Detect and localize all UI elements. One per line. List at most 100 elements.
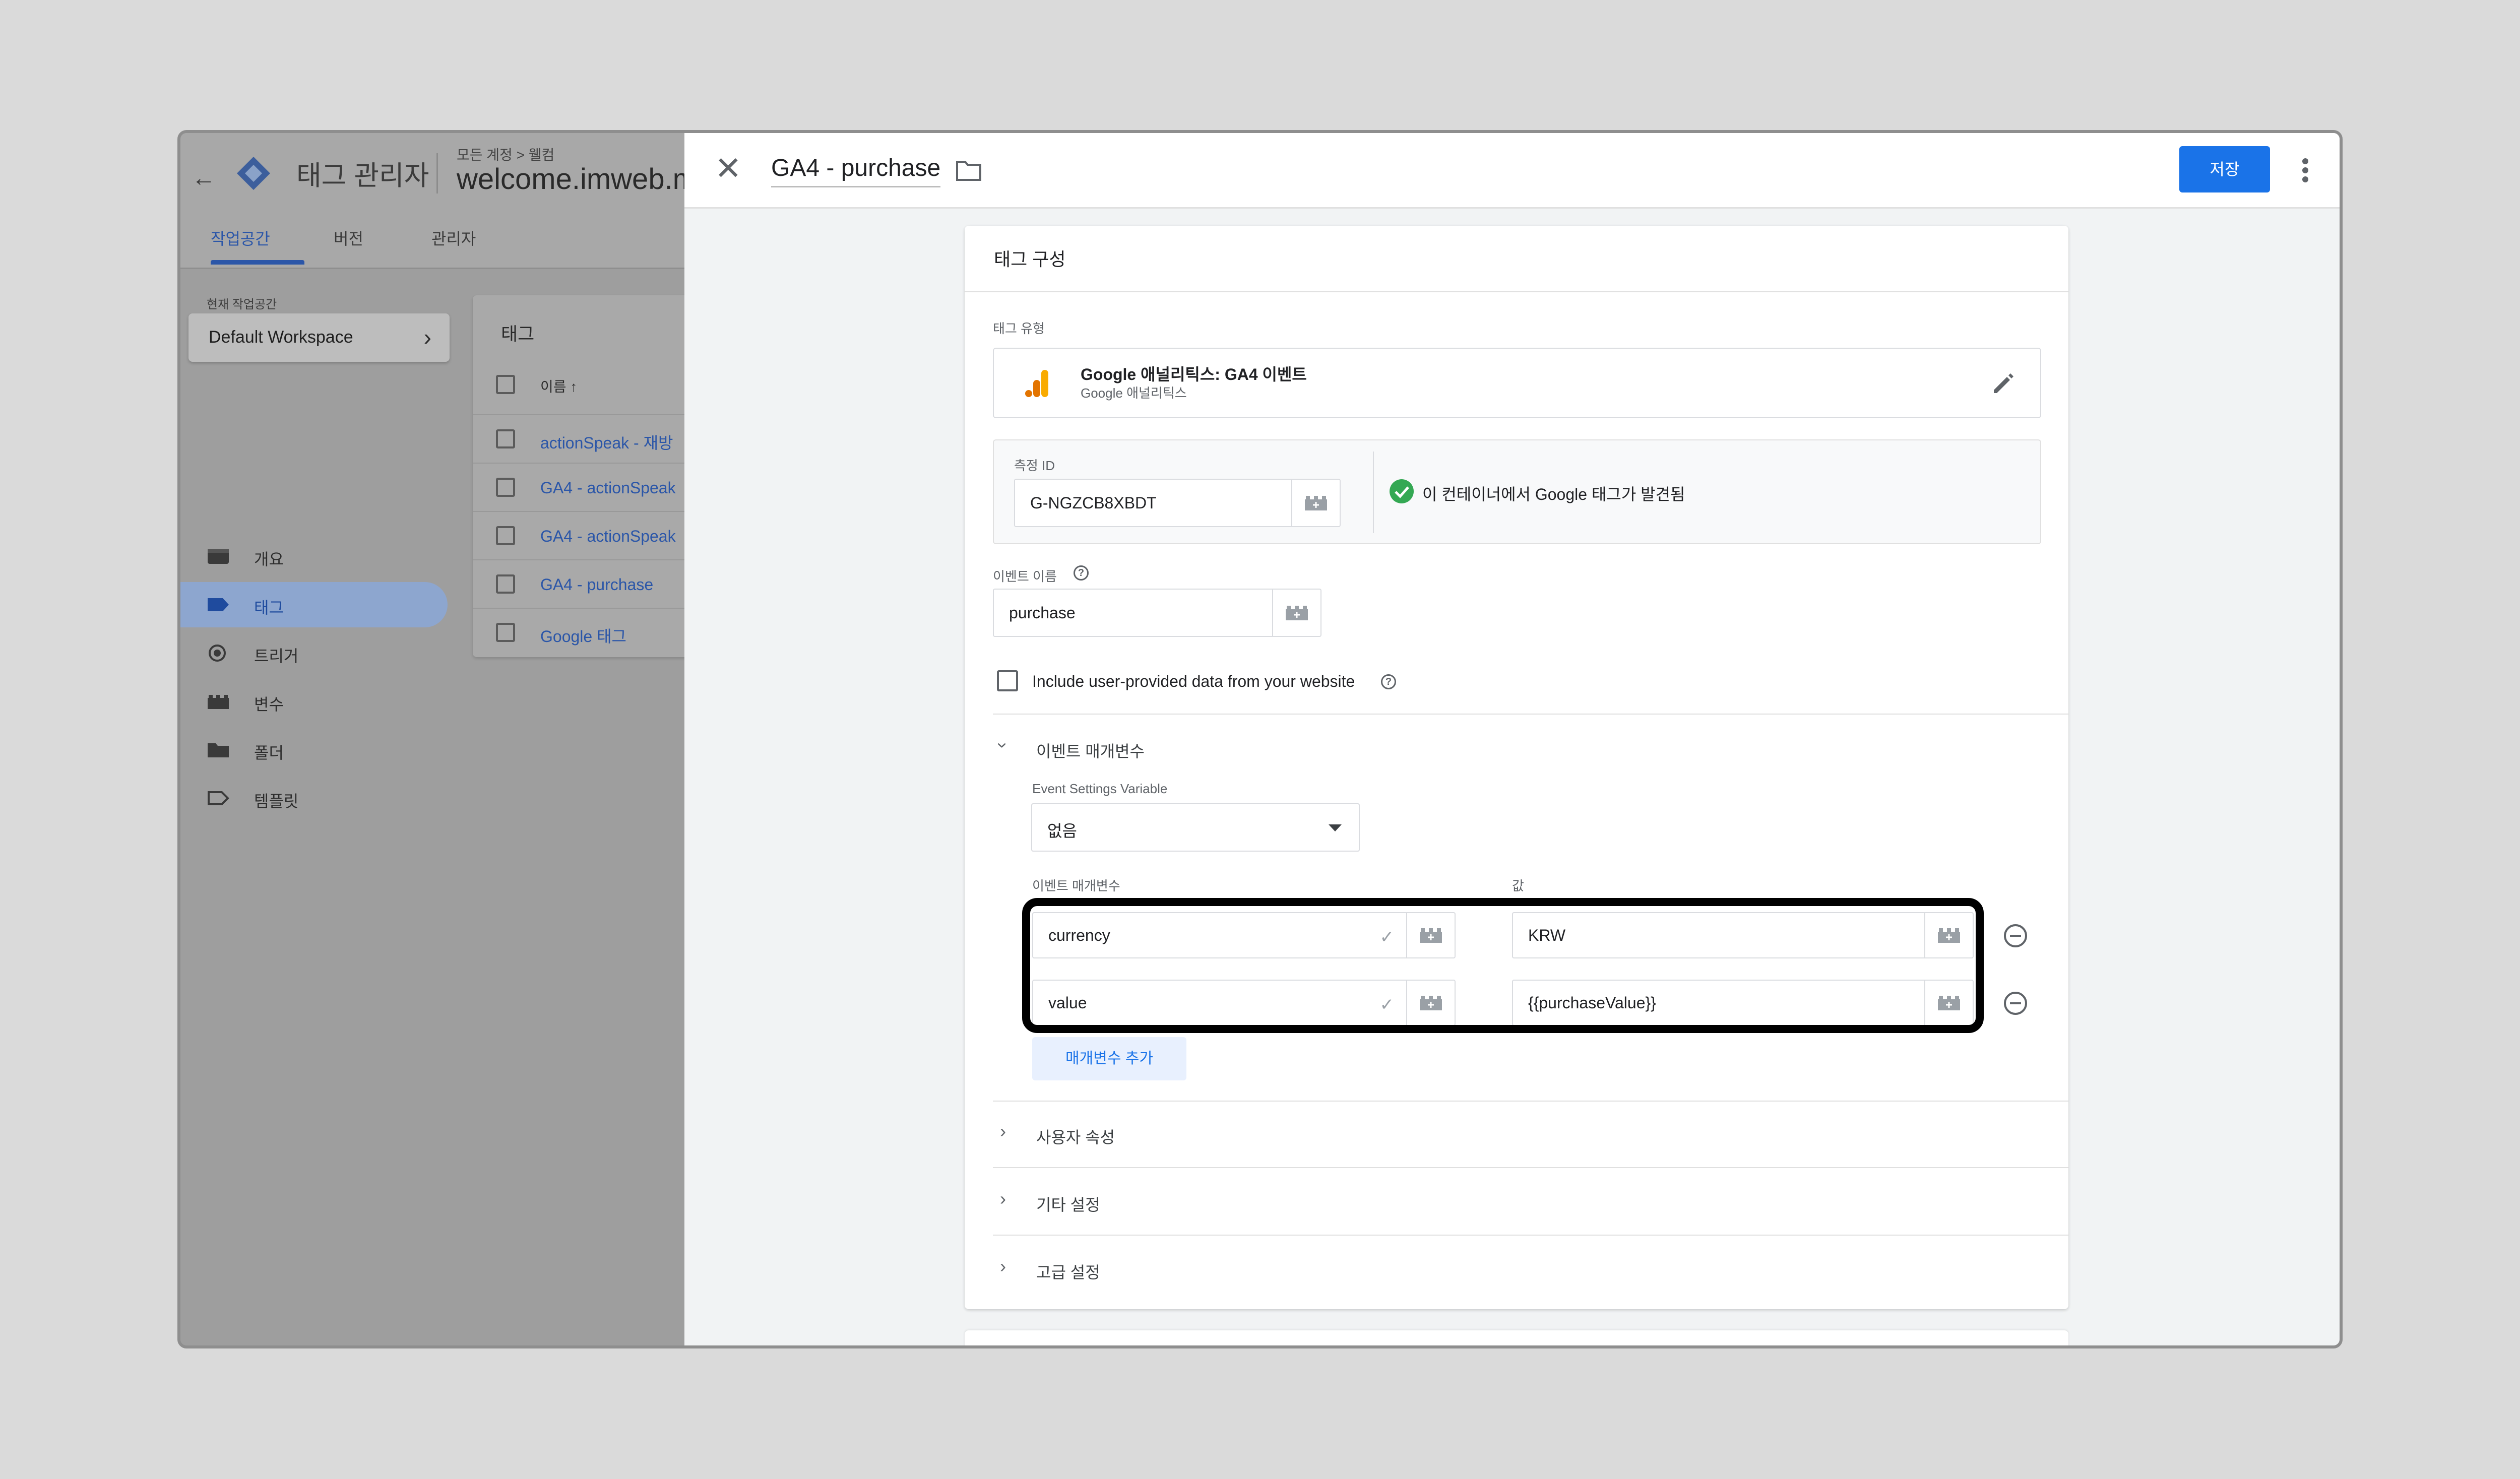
help-icon[interactable]: ? — [1381, 674, 1396, 689]
tag-type-label: 태그 유형 — [993, 321, 1045, 336]
tab-workspace[interactable]: 작업공간 — [211, 226, 270, 249]
event-settings-select[interactable]: 없음 — [1031, 803, 1360, 852]
chevron-right-icon[interactable]: › — [1000, 1121, 1006, 1142]
variable-picker-icon — [1286, 606, 1308, 620]
row-checkbox[interactable] — [496, 478, 515, 497]
trigger-icon — [209, 645, 226, 662]
save-button[interactable]: 저장 — [2179, 146, 2270, 192]
variable-icon — [208, 695, 229, 709]
container-name[interactable]: welcome.imweb.me — [457, 162, 713, 196]
select-all-checkbox[interactable] — [496, 375, 515, 394]
back-arrow-icon[interactable]: ← — [192, 164, 216, 192]
sidebar-item-triggers[interactable]: 트리거 — [180, 630, 448, 676]
panel-header: ✕ GA4 - purchase 저장 — [684, 133, 2340, 209]
google-tag-found-message: 이 컨테이너에서 Google 태그가 발견됨 — [1422, 485, 1685, 503]
variable-picker-button[interactable] — [1272, 590, 1320, 636]
table-row[interactable]: GA4 - actionSpeak — [473, 463, 695, 511]
help-icon[interactable]: ? — [1074, 565, 1089, 581]
sidebar-item-tags[interactable]: 태그 — [180, 582, 448, 627]
dropdown-arrow-icon — [1329, 824, 1342, 831]
event-name-value: purchase — [1009, 604, 1076, 622]
other-settings-section-title[interactable]: 기타 설정 — [1036, 1192, 1100, 1215]
advanced-settings-section-title[interactable]: 고급 설정 — [1036, 1260, 1100, 1283]
variable-picker-button[interactable] — [1291, 480, 1340, 526]
event-name-field[interactable]: purchase — [993, 589, 1321, 637]
user-properties-section-title[interactable]: 사용자 속성 — [1036, 1125, 1115, 1148]
table-row[interactable]: GA4 - actionSpeak — [473, 511, 695, 559]
measurement-id-field[interactable]: G-NGZCB8XBDT — [1014, 479, 1341, 527]
table-row[interactable]: Google 태그 — [473, 608, 695, 656]
folder-icon — [208, 743, 229, 757]
row-checkbox[interactable] — [496, 526, 515, 545]
table-row[interactable]: actionSpeak - 재방 — [473, 414, 695, 463]
divider — [965, 291, 2068, 292]
sidebar-item-variables[interactable]: 변수 — [180, 679, 448, 724]
check-circle-icon — [1390, 479, 1414, 503]
remove-circle-icon[interactable] — [2003, 991, 2028, 1016]
folder-outline-icon[interactable] — [956, 159, 982, 181]
chevron-right-icon[interactable]: › — [1000, 1188, 1006, 1209]
sidebar-item-label: 태그 — [254, 599, 284, 617]
measurement-id-value: G-NGZCB8XBDT — [1030, 494, 1157, 512]
tag-link[interactable]: actionSpeak - 재방 — [540, 430, 673, 454]
sidebar-item-label: 템플릿 — [254, 792, 299, 810]
app-header: ← 태그 관리자 모든 계정 > 웰컴 welcome.imweb.me 작업공… — [180, 133, 713, 269]
sidebar-item-label: 폴더 — [254, 744, 284, 762]
event-parameters-section-title[interactable]: 이벤트 매개변수 — [1036, 739, 1145, 762]
gtm-app-background: ← 태그 관리자 모든 계정 > 웰컴 welcome.imweb.me 작업공… — [180, 133, 713, 1345]
name-column-header[interactable]: 이름 ↑ — [540, 376, 577, 396]
value-column-label: 값 — [1512, 878, 1524, 893]
tag-link[interactable]: GA4 - actionSpeak — [540, 527, 676, 546]
chevron-right-icon[interactable]: › — [1000, 1256, 1006, 1277]
close-icon[interactable]: ✕ — [715, 152, 742, 184]
tag-link[interactable]: GA4 - actionSpeak — [540, 479, 676, 497]
highlight-annotation-box — [1022, 898, 1984, 1033]
event-settings-label: Event Settings Variable — [1032, 781, 1168, 796]
tag-name-title[interactable]: GA4 - purchase — [771, 154, 941, 187]
row-checkbox[interactable] — [496, 623, 515, 642]
tags-list-card: 태그 이름 ↑ actionSpeak - 재방 GA4 - actionSpe… — [473, 295, 695, 657]
tag-type-subtitle: Google 애널리틱스 — [1081, 385, 1187, 401]
measurement-id-label: 측정 ID — [1014, 458, 1055, 473]
table-row[interactable]: GA4 - purchase — [473, 559, 695, 608]
row-checkbox[interactable] — [496, 429, 515, 448]
google-analytics-icon — [1025, 370, 1048, 397]
browser-window: ← 태그 관리자 모든 계정 > 웰컴 welcome.imweb.me 작업공… — [177, 130, 2343, 1348]
divider — [993, 1167, 2068, 1168]
overview-icon — [208, 549, 229, 564]
tag-type-selector[interactable]: Google 애널리틱스: GA4 이벤트 Google 애널리틱스 — [993, 348, 2041, 418]
include-user-data-checkbox[interactable] — [997, 670, 1018, 691]
breadcrumb[interactable]: 모든 계정 > 웰컴 — [457, 144, 554, 164]
gtm-logo-icon — [237, 157, 270, 190]
tab-versions[interactable]: 버전 — [334, 226, 363, 249]
chevron-down-icon[interactable]: › — [992, 742, 1014, 748]
sidebar-item-label: 개요 — [254, 550, 284, 568]
row-checkbox[interactable] — [496, 574, 515, 594]
card-title: 태그 구성 — [994, 249, 1066, 270]
variable-picker-icon — [1305, 496, 1327, 510]
tag-icon — [208, 598, 229, 611]
sidebar-item-label: 트리거 — [254, 647, 299, 665]
parameter-column-label: 이벤트 매개변수 — [1032, 878, 1120, 893]
divider — [993, 714, 2068, 715]
tab-admin[interactable]: 관리자 — [431, 226, 476, 249]
more-vert-icon[interactable] — [2300, 155, 2310, 185]
tag-link[interactable]: GA4 - purchase — [540, 575, 653, 594]
workspace-selector[interactable]: Default Workspace › — [188, 313, 450, 362]
sidebar-item-templates[interactable]: 템플릿 — [180, 776, 448, 821]
workspace-label: 현재 작업공간 — [207, 298, 277, 311]
sidebar-item-folders[interactable]: 폴더 — [180, 727, 448, 773]
vertical-separator — [1373, 452, 1374, 533]
tags-card-title: 태그 — [501, 324, 535, 344]
pencil-icon[interactable] — [1990, 370, 2016, 396]
event-settings-value: 없음 — [1047, 822, 1077, 840]
tag-type-name: Google 애널리틱스: GA4 이벤트 — [1081, 365, 1307, 383]
measurement-id-section: 측정 ID G-NGZCB8XBDT 이 컨테이너에서 Google 태그가 발… — [993, 439, 2041, 544]
header-separator — [436, 153, 438, 194]
remove-circle-icon[interactable] — [2003, 923, 2028, 948]
event-name-label: 이벤트 이름 — [993, 569, 1057, 584]
sidebar-item-overview[interactable]: 개요 — [180, 534, 448, 579]
add-parameter-button[interactable]: 매개변수 추가 — [1032, 1037, 1186, 1080]
tag-link[interactable]: Google 태그 — [540, 624, 626, 647]
tag-configuration-card: 태그 구성 태그 유형 Google 애널리틱스: GA4 이벤트 Google… — [965, 226, 2068, 1309]
